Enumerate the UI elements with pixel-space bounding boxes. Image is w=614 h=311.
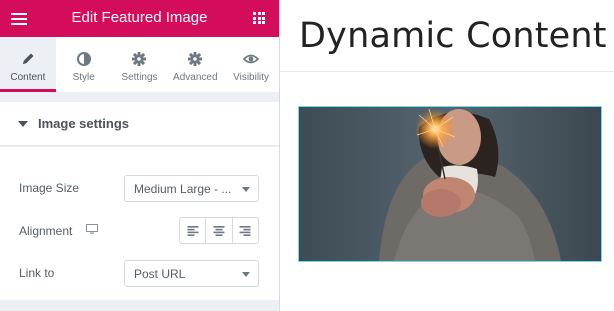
caret-down-icon bbox=[18, 121, 28, 127]
section-title: Image settings bbox=[38, 116, 130, 131]
eye-icon bbox=[243, 54, 260, 64]
editor-panel: Edit Featured Image Content Style Settin… bbox=[0, 0, 279, 311]
align-center-button[interactable] bbox=[206, 218, 233, 243]
page-title: Dynamic Content bbox=[299, 16, 607, 56]
link-to-select[interactable]: Post URL bbox=[124, 260, 259, 287]
dropdown-arrow-icon bbox=[242, 187, 250, 192]
widgets-grid-icon[interactable] bbox=[253, 12, 265, 24]
tab-settings-label: Settings bbox=[121, 72, 158, 83]
tab-visibility[interactable]: Visibility bbox=[223, 37, 279, 92]
editor-screen: Edit Featured Image Content Style Settin… bbox=[0, 0, 614, 311]
tab-content[interactable]: Content bbox=[0, 37, 56, 92]
image-size-select[interactable]: Medium Large - ... bbox=[124, 175, 259, 202]
panel-header: Edit Featured Image bbox=[0, 0, 279, 37]
panel-tabs: Content Style Settings Advanced Visibili… bbox=[0, 37, 279, 92]
image-size-value: Medium Large - ... bbox=[134, 182, 232, 196]
image-size-label: Image Size bbox=[19, 181, 80, 195]
desktop-icon[interactable] bbox=[86, 224, 98, 234]
panel-divider[interactable] bbox=[279, 0, 280, 311]
divider bbox=[280, 71, 614, 72]
active-tab-indicator bbox=[0, 89, 56, 92]
align-left-icon bbox=[187, 225, 199, 236]
dropdown-arrow-icon bbox=[242, 272, 250, 277]
tab-advanced-label: Advanced bbox=[173, 72, 218, 83]
image-settings-section-toggle[interactable]: Image settings bbox=[0, 102, 279, 146]
gear-icon bbox=[188, 52, 203, 66]
align-right-icon bbox=[239, 225, 251, 236]
gear-icon bbox=[132, 52, 147, 66]
align-center-icon bbox=[213, 225, 225, 236]
featured-image-widget[interactable] bbox=[298, 106, 602, 262]
alignment-label: Alignment bbox=[19, 224, 73, 238]
featured-image bbox=[299, 107, 601, 261]
tab-visibility-label: Visibility bbox=[233, 72, 270, 83]
link-to-label: Link to bbox=[19, 266, 55, 280]
tab-style-label: Style bbox=[72, 72, 95, 83]
tab-advanced[interactable]: Advanced bbox=[167, 37, 223, 92]
tab-settings[interactable]: Settings bbox=[112, 37, 168, 92]
alignment-button-group bbox=[179, 217, 259, 244]
tab-style[interactable]: Style bbox=[56, 37, 112, 92]
tab-content-label: Content bbox=[10, 72, 46, 83]
panel-title: Edit Featured Image bbox=[71, 9, 208, 26]
align-right-button[interactable] bbox=[233, 218, 258, 243]
link-to-value: Post URL bbox=[134, 267, 186, 281]
align-left-button[interactable] bbox=[180, 218, 207, 243]
half-circle-icon bbox=[76, 52, 91, 66]
pencil-icon bbox=[22, 53, 34, 64]
